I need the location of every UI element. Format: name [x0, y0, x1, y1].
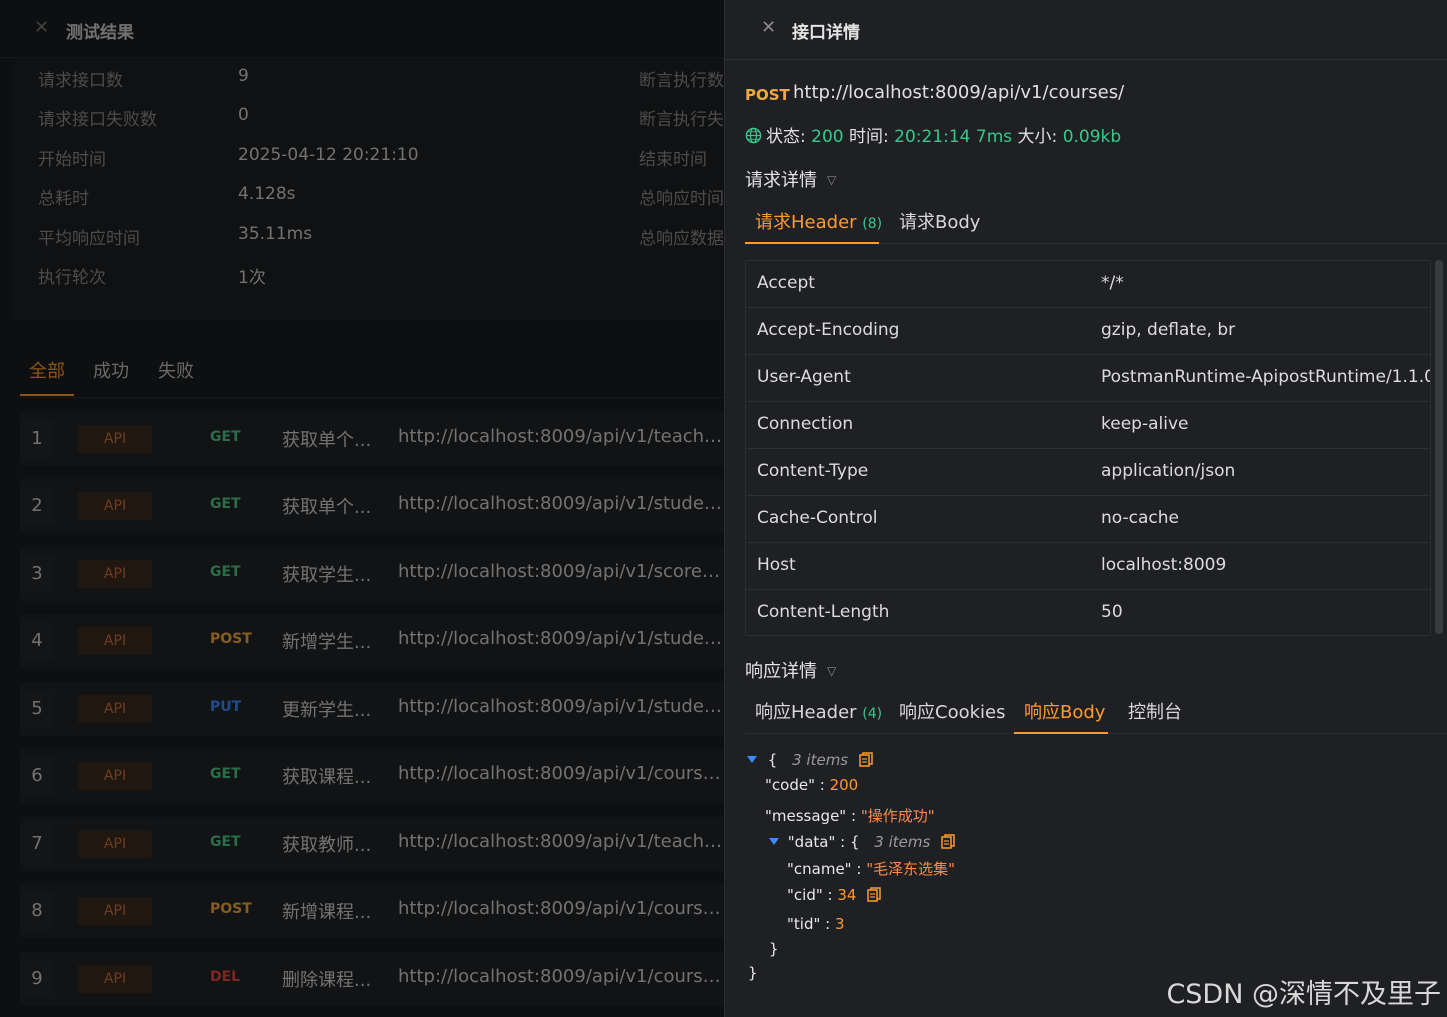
json-key: "cname"	[787, 860, 852, 878]
header-key: Accept	[757, 273, 815, 293]
header-value: PostmanRuntime-ApipostRuntime/1.1.0	[1101, 367, 1431, 387]
header-key: Cache-Control	[757, 508, 878, 528]
copy-icon[interactable]	[867, 887, 881, 903]
duration-value: 7ms	[975, 127, 1013, 147]
tab-response-header[interactable]: 响应Header (4)	[755, 698, 882, 724]
time-label: 时间:	[849, 127, 889, 147]
watermark: CSDN @深情不及里子	[1166, 979, 1441, 1010]
tab-request-body[interactable]: 请求Body	[899, 208, 980, 234]
request-url: http://localhost:8009/api/v1/courses/	[793, 82, 1125, 103]
header-key: Connection	[757, 414, 854, 434]
json-entry: "data" : { 3 items	[769, 833, 955, 851]
scrollbar[interactable]	[1435, 260, 1443, 634]
table-row: Cache-Control no-cache	[746, 496, 1430, 543]
tab-label: 响应Header	[755, 702, 857, 723]
request-headers-table: Accept */* Accept-Encoding gzip, deflate, …	[745, 260, 1431, 636]
header-value: keep-alive	[1101, 414, 1189, 434]
api-detail-drawer: ✕ 接口详情 POST http://localhost:8009/api/v1…	[724, 0, 1447, 1017]
tab-label: 请求Header	[755, 212, 857, 233]
json-key: "message"	[765, 807, 847, 825]
status-label: 状态:	[766, 127, 806, 147]
close-icon[interactable]: ✕	[761, 17, 776, 38]
item-count: 3 items	[874, 833, 931, 851]
table-row: Host localhost:8009	[746, 543, 1430, 590]
header-key: User-Agent	[757, 367, 851, 387]
active-tab-indicator	[745, 242, 879, 244]
request-detail-toggle[interactable]: 请求详情 ▽	[745, 166, 836, 192]
header-value: localhost:8009	[1101, 555, 1227, 575]
copy-icon[interactable]	[941, 834, 955, 850]
header-key: Content-Length	[757, 602, 890, 622]
response-detail-toggle[interactable]: 响应详情 ▽	[745, 657, 836, 683]
size-value: 0.09kb	[1062, 127, 1122, 147]
globe-icon	[745, 127, 762, 144]
tab-response-body[interactable]: 响应Body	[1024, 698, 1105, 724]
tab-response-cookies[interactable]: 响应Cookies	[899, 698, 1005, 724]
response-section-title: 响应详情	[745, 661, 817, 682]
detail-title: 接口详情	[792, 23, 860, 43]
header-key: Host	[757, 555, 796, 575]
json-brace: }	[748, 964, 758, 982]
json-entry: "tid" : 3	[787, 915, 845, 933]
chevron-down-icon: ▽	[827, 173, 837, 187]
json-entry: "cid" : 34	[787, 886, 881, 904]
time-value: 20:21:14	[894, 127, 971, 147]
header-value: */*	[1101, 273, 1124, 293]
request-section-title: 请求详情	[745, 170, 817, 191]
collapse-toggle-icon[interactable]	[769, 838, 779, 845]
copy-icon[interactable]	[859, 752, 873, 768]
collapse-toggle-icon[interactable]	[747, 756, 757, 763]
json-value: 3	[834, 915, 845, 933]
json-value: "操作成功"	[860, 807, 935, 825]
chevron-down-icon: ▽	[827, 664, 837, 678]
json-key: "data"	[787, 833, 836, 851]
header-value: 50	[1101, 602, 1123, 622]
detail-header: ✕ 接口详情	[725, 0, 1447, 60]
modal-backdrop[interactable]	[0, 0, 724, 1017]
header-key: Accept-Encoding	[757, 320, 900, 340]
table-row: Connection keep-alive	[746, 402, 1430, 449]
json-value: 200	[829, 776, 859, 794]
json-root: { 3 items	[747, 751, 873, 769]
header-value: application/json	[1101, 461, 1236, 481]
tab-count: (4)	[862, 706, 883, 722]
table-row: Accept-Encoding gzip, deflate, br	[746, 308, 1430, 355]
response-status-line: 状态: 200 时间: 20:21:14 7ms 大小: 0.09kb	[745, 122, 1121, 147]
json-entry: "cname" : "毛泽东选集"	[787, 860, 955, 878]
active-tab-indicator	[1014, 732, 1108, 734]
json-key: "cid"	[787, 886, 823, 904]
json-entry: "code" : 200	[765, 776, 859, 794]
table-row: Content-Length 50	[746, 590, 1430, 635]
item-count: 3 items	[792, 751, 849, 769]
size-label: 大小:	[1017, 127, 1058, 147]
json-key: "code"	[765, 776, 815, 794]
header-key: Content-Type	[757, 461, 869, 481]
response-body-json: { 3 items "code" : 200 "message" : "操作成功…	[745, 748, 1425, 988]
tab-console[interactable]: 控制台	[1128, 698, 1182, 724]
method-badge: POST	[745, 86, 790, 104]
table-row: User-Agent PostmanRuntime-ApipostRuntime/…	[746, 355, 1431, 402]
json-value: "毛泽东选集"	[866, 860, 955, 878]
json-key: "tid"	[787, 915, 821, 933]
header-value: no-cache	[1101, 508, 1179, 528]
table-row: Content-Type application/json	[746, 449, 1430, 496]
json-brace: }	[769, 940, 779, 958]
table-row: Accept */*	[746, 261, 1430, 308]
response-tabs: 响应Header (4) 响应Cookies 响应Body 控制台	[745, 686, 1447, 734]
request-tabs: 请求Header (8) 请求Body	[745, 196, 1447, 244]
tab-request-header[interactable]: 请求Header (8)	[755, 208, 882, 234]
tab-count: (8)	[862, 216, 883, 232]
json-value: 34	[837, 886, 857, 904]
json-entry: "message" : "操作成功"	[765, 807, 935, 825]
status-value: 200	[811, 127, 844, 147]
header-value: gzip, deflate, br	[1101, 320, 1236, 340]
